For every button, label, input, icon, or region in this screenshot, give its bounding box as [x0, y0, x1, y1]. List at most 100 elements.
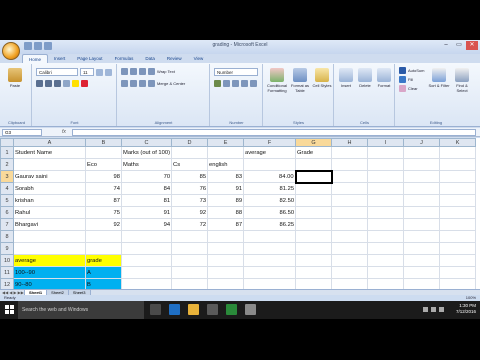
comma-icon[interactable] — [232, 80, 239, 87]
cell-c10[interactable] — [120, 254, 173, 267]
cell-b7[interactable]: 92 — [85, 218, 122, 231]
cell-k2[interactable] — [439, 158, 477, 171]
cell-k11[interactable] — [439, 266, 477, 279]
excel-taskbar-icon[interactable] — [226, 304, 237, 315]
cell-f3[interactable]: 84.00 — [243, 170, 297, 183]
cell-g4[interactable] — [295, 182, 333, 195]
cell-e11[interactable] — [207, 266, 245, 279]
cell-g11[interactable] — [295, 266, 333, 279]
cell-j4[interactable] — [403, 182, 441, 195]
row-header-10[interactable]: 10 — [0, 254, 14, 267]
tab-page-layout[interactable]: Page Layout — [71, 54, 108, 63]
cell-c8[interactable] — [120, 230, 173, 243]
cell-h1[interactable] — [331, 146, 369, 159]
cell-a10[interactable]: average — [13, 254, 86, 267]
file-explorer-icon[interactable] — [188, 304, 199, 315]
cell-d1[interactable] — [171, 146, 209, 159]
cell-a11[interactable]: 100--90 — [13, 266, 86, 279]
cell-a9[interactable] — [13, 242, 86, 255]
cell-e7[interactable]: 87 — [207, 218, 245, 231]
cell-b3[interactable]: 98 — [85, 170, 122, 183]
find-select-button[interactable]: Find & Select — [451, 68, 473, 93]
column-header-f[interactable]: F — [243, 138, 297, 147]
increase-decimal-icon[interactable] — [241, 80, 248, 87]
cell-d4[interactable]: 76 — [171, 182, 209, 195]
function-icon[interactable]: fx — [62, 129, 66, 135]
cell-e12[interactable] — [207, 278, 245, 289]
cell-h12[interactable] — [331, 278, 369, 289]
cell-k12[interactable] — [439, 278, 477, 289]
task-view-icon[interactable] — [150, 304, 161, 315]
row-header-6[interactable]: 6 — [0, 206, 14, 219]
align-middle-icon[interactable] — [130, 68, 137, 75]
cell-i8[interactable] — [367, 230, 405, 243]
cell-i12[interactable] — [367, 278, 405, 289]
fill-icon[interactable] — [399, 76, 406, 83]
office-button[interactable] — [2, 42, 20, 60]
tab-insert[interactable]: Insert — [48, 54, 71, 63]
cell-d11[interactable] — [171, 266, 209, 279]
cell-k5[interactable] — [439, 194, 477, 207]
cell-c4[interactable]: 84 — [120, 182, 173, 195]
cell-j2[interactable] — [403, 158, 441, 171]
cell-i2[interactable] — [367, 158, 405, 171]
cell-i9[interactable] — [367, 242, 405, 255]
cell-j11[interactable] — [403, 266, 441, 279]
cell-h8[interactable] — [331, 230, 369, 243]
cell-f10[interactable] — [243, 254, 297, 267]
cell-a6[interactable]: Rahul — [13, 206, 86, 219]
format-cells-button[interactable]: Format — [375, 68, 393, 88]
cell-e2[interactable]: english — [207, 158, 245, 171]
cell-g1[interactable]: Grade — [295, 146, 333, 159]
cell-h9[interactable] — [331, 242, 369, 255]
font-color-icon[interactable] — [81, 80, 88, 87]
cell-b8[interactable] — [85, 230, 122, 243]
cell-d5[interactable]: 73 — [171, 194, 209, 207]
cell-d9[interactable] — [171, 242, 209, 255]
grow-font-icon[interactable] — [96, 68, 103, 76]
conditional-formatting-button[interactable]: Conditional Formatting — [266, 68, 288, 93]
cell-b9[interactable] — [85, 242, 122, 255]
cell-f8[interactable] — [243, 230, 297, 243]
cell-a4[interactable]: Sorabh — [13, 182, 86, 195]
cell-g7[interactable] — [295, 218, 333, 231]
cell-e5[interactable]: 89 — [207, 194, 245, 207]
cell-g10[interactable] — [295, 254, 333, 267]
cell-f1[interactable]: average — [243, 146, 297, 159]
cell-c7[interactable]: 94 — [120, 218, 173, 231]
cell-i6[interactable] — [367, 206, 405, 219]
cell-e1[interactable] — [207, 146, 245, 159]
sort-filter-button[interactable]: Sort & Filter — [428, 68, 450, 88]
row-header-4[interactable]: 4 — [0, 182, 14, 195]
merge-center-button[interactable]: Merge & Center — [157, 81, 185, 86]
cell-j6[interactable] — [403, 206, 441, 219]
cell-g3[interactable] — [294, 169, 333, 184]
indent-icon[interactable] — [148, 80, 155, 87]
cell-e3[interactable]: 83 — [207, 170, 245, 183]
cell-i3[interactable] — [367, 170, 405, 183]
cell-h7[interactable] — [331, 218, 369, 231]
align-bottom-icon[interactable] — [139, 68, 146, 75]
number-format-combo[interactable]: Number — [214, 68, 258, 76]
maximize-button[interactable]: ▭ — [453, 41, 465, 50]
cell-a7[interactable]: Bhargavi — [13, 218, 86, 231]
column-header-d[interactable]: D — [171, 138, 209, 147]
cell-b6[interactable]: 75 — [85, 206, 122, 219]
column-header-b[interactable]: B — [85, 138, 122, 147]
row-header-1[interactable]: 1 — [0, 146, 14, 159]
tab-view[interactable]: View — [188, 54, 210, 63]
cell-j10[interactable] — [403, 254, 441, 267]
underline-icon[interactable] — [54, 80, 61, 87]
cell-e6[interactable]: 88 — [207, 206, 245, 219]
cell-a12[interactable]: 90--80 — [13, 278, 86, 289]
clear-icon[interactable] — [399, 85, 406, 92]
cell-c2[interactable]: Maths — [120, 158, 173, 171]
cell-h10[interactable] — [331, 254, 369, 267]
app-icon[interactable] — [245, 304, 256, 315]
cell-c9[interactable] — [120, 242, 173, 255]
row-header-9[interactable]: 9 — [0, 242, 14, 255]
cell-k8[interactable] — [439, 230, 477, 243]
cell-j3[interactable] — [403, 170, 441, 183]
column-header-c[interactable]: C — [120, 138, 173, 147]
cell-c11[interactable] — [120, 266, 173, 279]
